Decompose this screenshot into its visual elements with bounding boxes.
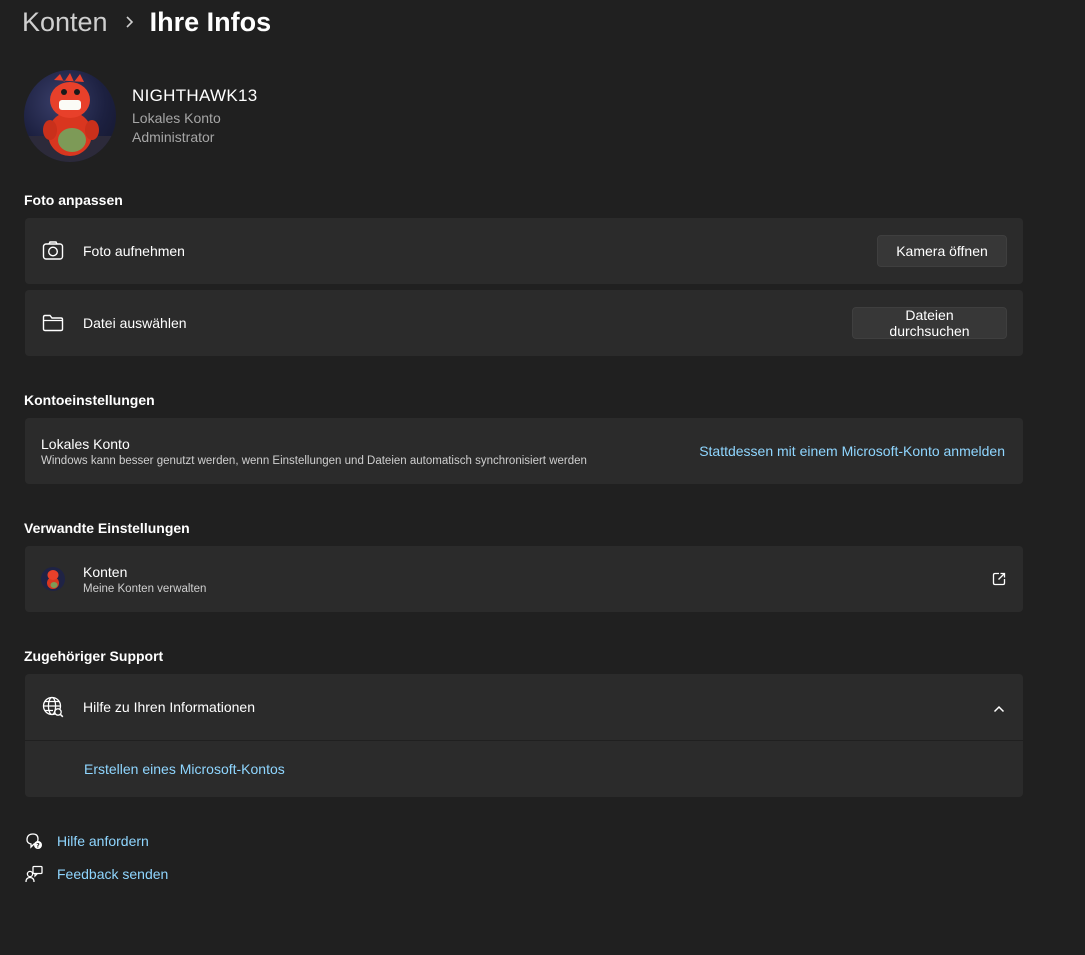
open-camera-button[interactable]: Kamera öffnen (877, 235, 1007, 267)
local-account-description: Windows kann besser genutzt werden, wenn… (41, 455, 587, 467)
local-account-title: Lokales Konto (41, 436, 130, 452)
external-link-icon (991, 571, 1007, 592)
breadcrumb: Konten Ihre Infos (22, 2, 271, 42)
folder-icon (41, 311, 65, 335)
section-heading-photo: Foto anpassen (24, 192, 123, 208)
account-role: Administrator (132, 129, 215, 145)
accounts-title: Konten (83, 564, 128, 580)
support-help-title: Hilfe zu Ihren Informationen (83, 699, 255, 715)
globe-icon (41, 695, 65, 719)
user-name: NIGHTHAWK13 (132, 86, 258, 105)
local-account-card: Lokales Konto Windows kann besser genutz… (25, 418, 1023, 484)
account-type: Lokales Konto (132, 110, 221, 126)
microsoft-sign-in-link[interactable]: Stattdessen mit einem Microsoft-Konto an… (699, 443, 1005, 459)
section-heading-related: Verwandte Einstellungen (24, 520, 190, 536)
breadcrumb-parent[interactable]: Konten (22, 7, 108, 38)
camera-icon (41, 239, 65, 263)
browse-files-button[interactable]: Dateien durchsuchen (852, 307, 1007, 339)
get-help-label[interactable]: Hilfe anfordern (57, 833, 149, 849)
page-title: Ihre Infos (149, 6, 272, 37)
chevron-up-icon[interactable] (993, 701, 1005, 719)
chevron-right-icon (114, 15, 144, 29)
choose-file-label: Datei auswählen (83, 315, 187, 331)
avatar (24, 70, 116, 162)
take-photo-label: Foto aufnehmen (83, 243, 185, 259)
svg-text:?: ? (36, 843, 40, 850)
profile-header: NIGHTHAWK13 Lokales Konto Administrator (24, 70, 257, 162)
help-chat-icon: ? (24, 831, 44, 851)
choose-file-card: Datei auswählen Dateien durchsuchen (25, 290, 1023, 356)
send-feedback-link[interactable]: Feedback senden (24, 864, 168, 884)
account-avatar-icon (41, 567, 65, 591)
create-microsoft-account-link[interactable]: Erstellen eines Microsoft-Kontos (84, 761, 285, 777)
support-expander-header[interactable]: Hilfe zu Ihren Informationen (25, 674, 1023, 740)
support-expander-content: Erstellen eines Microsoft-Kontos (25, 741, 1023, 797)
section-heading-account-settings: Kontoeinstellungen (24, 392, 155, 408)
take-photo-card: Foto aufnehmen Kamera öffnen (25, 218, 1023, 284)
accounts-related-card[interactable]: Konten Meine Konten verwalten (25, 546, 1023, 612)
feedback-icon (24, 864, 44, 884)
accounts-description: Meine Konten verwalten (83, 583, 207, 595)
section-heading-support: Zugehöriger Support (24, 648, 164, 664)
get-help-link[interactable]: ? Hilfe anfordern (24, 831, 149, 851)
send-feedback-label[interactable]: Feedback senden (57, 866, 168, 882)
